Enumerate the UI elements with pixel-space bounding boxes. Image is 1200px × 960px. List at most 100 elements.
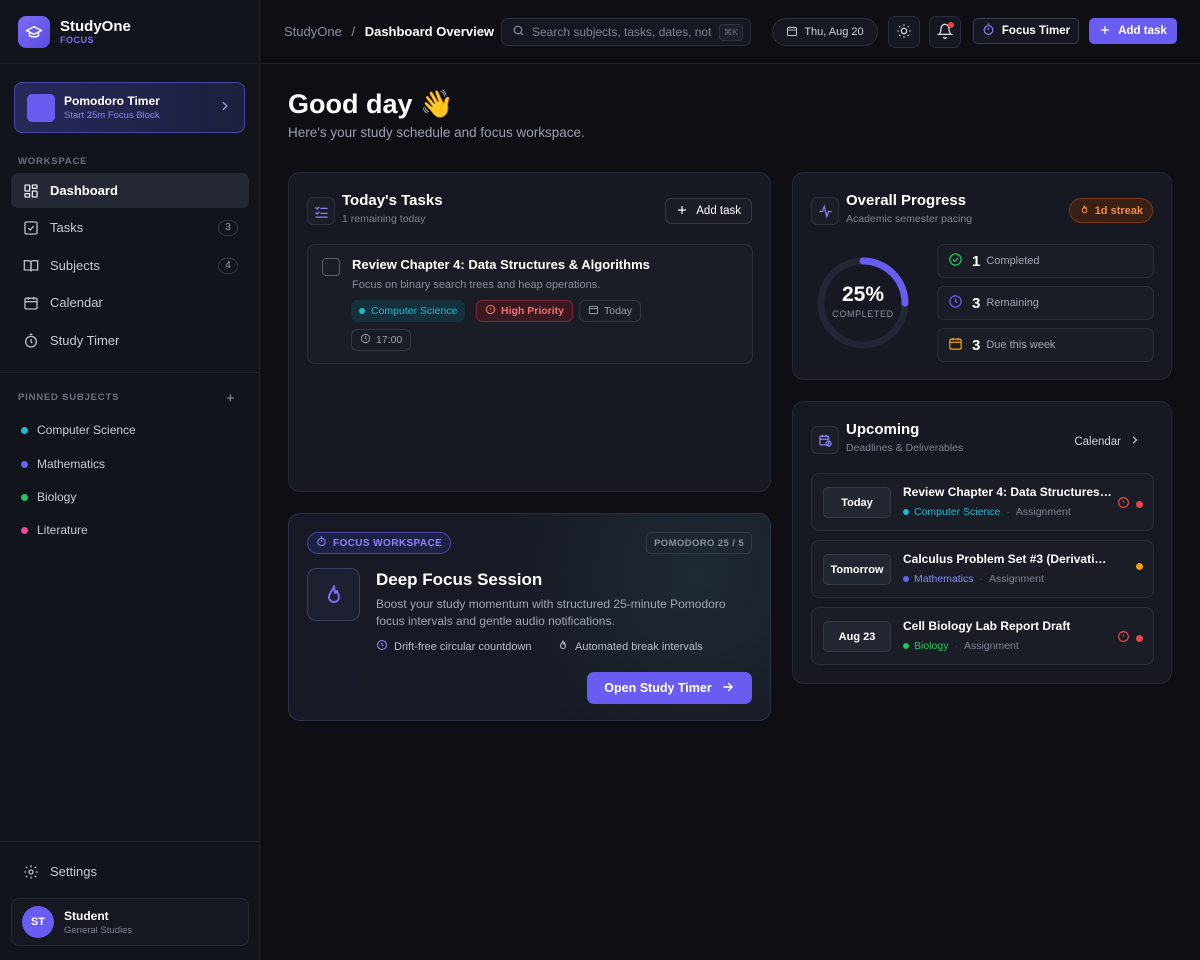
meta-separator: · <box>979 573 984 585</box>
calendar-link[interactable]: Calendar <box>1074 434 1141 449</box>
stopwatch-icon <box>982 23 995 39</box>
search-icon <box>512 24 525 40</box>
upcoming-type: Assignment <box>989 573 1044 585</box>
task-title: Review Chapter 4: Data Structures & Algo… <box>352 257 650 272</box>
upcoming-date: Aug 23 <box>823 621 891 652</box>
stat-label: Due this week <box>986 339 1056 351</box>
pinned-subject-label: Mathematics <box>37 457 106 471</box>
task-checkbox[interactable] <box>322 258 340 276</box>
upcoming-title: Calculus Problem Set #3 (Derivatives) <box>903 552 1113 566</box>
upcoming-item[interactable]: Tomorrow Calculus Problem Set #3 (Deriva… <box>811 540 1154 598</box>
upcoming-item[interactable]: Today Review Chapter 4: Data Structures … <box>811 473 1154 531</box>
focus-session-description: Boost your study momentum with structure… <box>376 597 726 628</box>
open-study-timer-button[interactable]: Open Study Timer <box>587 672 752 704</box>
pinned-subject-computer-science[interactable]: Computer Science <box>21 423 136 437</box>
progress-percent: 25% <box>841 283 885 306</box>
subject-color-dot <box>21 526 28 534</box>
task-item[interactable]: Review Chapter 4: Data Structures & Algo… <box>307 244 753 364</box>
current-date: Thu, Aug 20 <box>804 26 864 38</box>
clock-icon <box>360 333 371 347</box>
stat-label: Completed <box>986 255 1040 267</box>
card-add-task-button[interactable]: Add task <box>665 198 752 224</box>
sidebar-item-label: Tasks <box>50 220 84 235</box>
focus-session-title: Deep Focus Session <box>376 570 543 589</box>
alert-circle-icon <box>485 304 496 318</box>
pinned-subject-biology[interactable]: Biology <box>21 490 76 504</box>
pomodoro-subtitle: Start 25m Focus Block <box>64 110 160 121</box>
due-time-tag: 17:00 <box>351 329 412 351</box>
upcoming-subject: Mathematics <box>914 573 974 585</box>
checklist-icon <box>307 197 335 225</box>
page-title: Good day 👋 <box>288 89 454 119</box>
sidebar-item-subjects[interactable]: Subjects 4 <box>11 248 249 283</box>
pinned-subject-mathematics[interactable]: Mathematics <box>21 457 105 471</box>
check-circle-icon <box>948 252 963 270</box>
notification-indicator <box>948 22 954 28</box>
status-dot <box>1136 563 1143 570</box>
notifications-button[interactable] <box>929 16 961 48</box>
theme-toggle-button[interactable] <box>888 16 920 48</box>
stat-remaining: 3 Remaining <box>937 286 1154 320</box>
brand-tag: FOCUS <box>60 34 94 45</box>
pinned-subject-literature[interactable]: Literature <box>21 523 88 537</box>
brand[interactable]: StudyOne FOCUS <box>0 0 259 64</box>
upcoming-date: Tomorrow <box>823 554 891 585</box>
sidebar-item-label: Subjects <box>50 258 100 273</box>
chevron-right-icon <box>1129 434 1141 449</box>
breadcrumb-current: Dashboard Overview <box>364 24 495 39</box>
top-bar: StudyOne / Dashboard Overview ⌘K Thu, Au… <box>260 0 1200 64</box>
upcoming-subject: Biology <box>914 640 949 652</box>
pomodoro-shortcut[interactable]: Pomodoro Timer Start 25m Focus Block <box>14 82 245 133</box>
upcoming-date: Today <box>823 487 891 518</box>
calendar-icon <box>22 294 40 312</box>
subject-color-dot <box>21 460 28 468</box>
progress-card-title: Overall Progress <box>846 192 967 209</box>
add-task-button[interactable]: Add task <box>1089 18 1177 44</box>
calendar-icon <box>786 25 798 40</box>
sidebar-item-label: Settings <box>50 864 97 879</box>
sidebar-item-tasks[interactable]: Tasks 3 <box>11 210 249 245</box>
pinned-subjects-label: PINNED SUBJECTS <box>18 392 120 403</box>
timer-tile-icon <box>27 93 55 122</box>
priority-label: High Priority <box>501 305 565 317</box>
date-picker[interactable]: Thu, Aug 20 <box>772 18 878 46</box>
pinned-subject-label: Computer Science <box>37 423 136 437</box>
subject-color-dot <box>21 426 28 434</box>
sidebar-item-settings[interactable]: Settings <box>11 854 249 889</box>
upcoming-title: Review Chapter 4: Data Structures & Algo… <box>903 485 1113 499</box>
search-input[interactable] <box>532 25 712 39</box>
streak-label: 1d streak <box>1094 204 1143 217</box>
plus-icon <box>1099 24 1111 39</box>
upcoming-item[interactable]: Aug 23 Cell Biology Lab Report Draft Bio… <box>811 607 1154 665</box>
alert-circle-icon <box>1117 496 1130 512</box>
progress-card-subtitle: Academic semester pacing <box>846 213 973 225</box>
pomodoro-ratio-badge: POMODORO 25 / 5 <box>646 532 752 554</box>
user-profile-card[interactable]: ST Student General Studies <box>11 898 249 946</box>
upcoming-type: Assignment <box>963 640 1019 652</box>
sidebar-item-study-timer[interactable]: Study Timer <box>11 323 249 358</box>
workspace-label: WORKSPACE <box>18 156 88 167</box>
subject-color-dot <box>359 308 365 314</box>
priority-badge: High Priority <box>476 300 574 322</box>
search-box[interactable]: ⌘K <box>501 18 751 46</box>
feature-breaks: Automated break intervals <box>557 639 703 654</box>
sidebar-divider <box>0 372 259 373</box>
sidebar-item-calendar[interactable]: Calendar <box>11 285 249 320</box>
due-date-label: Today <box>604 305 633 317</box>
add-pinned-subject-icon[interactable]: + <box>226 390 235 407</box>
meta-separator: · <box>954 640 958 652</box>
sidebar-item-dashboard[interactable]: Dashboard <box>11 173 249 208</box>
due-time-label: 17:00 <box>376 334 403 346</box>
graduation-cap-icon <box>18 15 50 48</box>
focus-workspace-card: FOCUS WORKSPACE POMODORO 25 / 5 Deep Foc… <box>288 513 771 721</box>
pinned-subject-label: Biology <box>37 490 77 504</box>
upcoming-card: Upcoming Deadlines & Deliverables Calend… <box>792 401 1172 684</box>
subject-color-dot <box>903 509 909 515</box>
sidebar-item-label: Dashboard <box>50 183 118 198</box>
upcoming-card-title: Upcoming <box>846 421 920 438</box>
breadcrumb-root[interactable]: StudyOne <box>284 24 342 39</box>
breadcrumb-separator: / <box>351 24 356 39</box>
check-square-icon <box>22 219 40 237</box>
add-task-label: Add task <box>696 205 741 217</box>
focus-timer-button[interactable]: Focus Timer <box>973 18 1079 44</box>
